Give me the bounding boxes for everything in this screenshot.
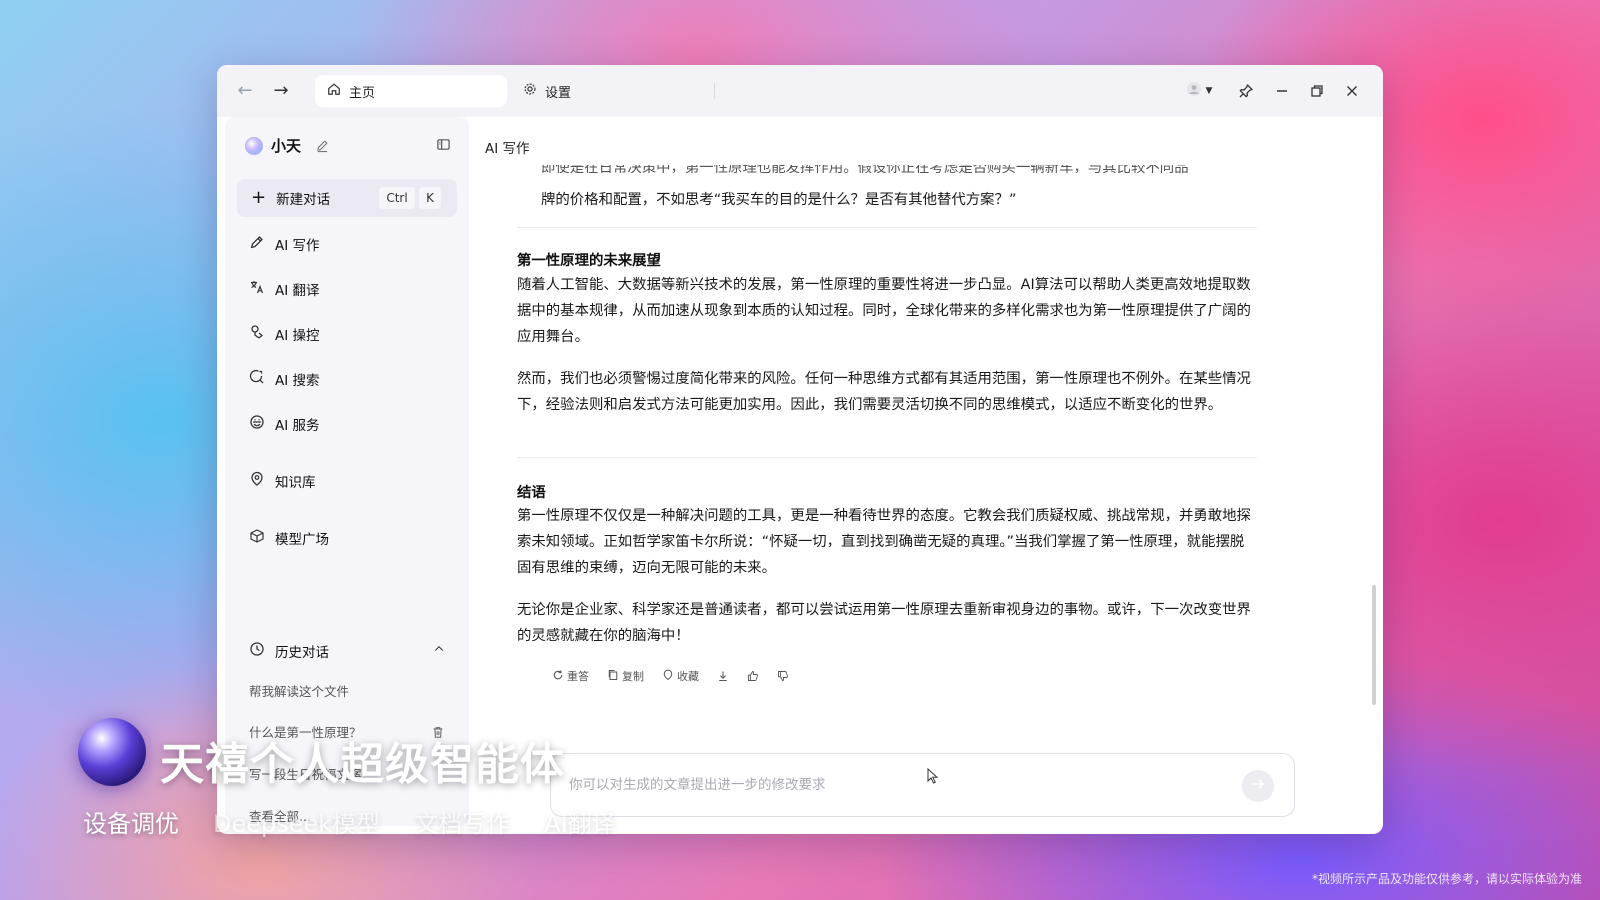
sidebar-item-label: AI 写作: [275, 238, 320, 254]
sidebar-item-label: 模型广场: [275, 532, 329, 548]
tab-home[interactable]: 主页: [315, 75, 507, 107]
page-title: AI 写作: [485, 141, 530, 157]
avatar-icon: [1186, 81, 1202, 101]
forward-arrow-icon[interactable]: →: [271, 81, 291, 101]
history-item-label: 帮我解读这个文件: [249, 684, 350, 699]
scrollbar-thumb[interactable]: [1372, 585, 1376, 705]
overlay-tag: Deepseek模型: [213, 810, 381, 838]
translate-icon: [249, 279, 265, 299]
tab-settings-label: 设置: [545, 85, 572, 101]
tab-home-label: 主页: [349, 85, 376, 101]
history-item[interactable]: 帮我解读这个文件: [249, 682, 445, 702]
sidebar-item-ai-writing[interactable]: AI 写作: [249, 232, 320, 256]
overlay-tag: AI翻译: [544, 810, 616, 838]
account-menu[interactable]: ▼: [1179, 79, 1219, 103]
sidebar-item-ai-translate[interactable]: AI 翻译: [249, 277, 320, 301]
message-actions: 重答 复制 收藏: [552, 668, 789, 684]
paragraph: 牌的价格和配置，不如思考“我买车的目的是什么？是否有其他替代方案？”: [541, 192, 1017, 208]
refresh-icon: [552, 669, 564, 684]
back-arrow-icon[interactable]: ←: [235, 81, 255, 101]
app-window: ← → 主页 设置 ▼ 小天 + 新建对话 Ctrl K AI 写作 AI 翻译…: [217, 65, 1383, 834]
gear-icon: [523, 82, 537, 100]
shortcut-key: K: [419, 187, 441, 209]
overlay-feature-tags: 设备调优 Deepseek模型 文档写作 AI翻译: [83, 804, 616, 839]
minimize-icon[interactable]: [1270, 79, 1294, 103]
sidebar-item-ai-service[interactable]: AI 服务: [249, 412, 320, 436]
home-icon: [327, 82, 341, 100]
control-icon: [249, 324, 265, 344]
sidebar-item-label: AI 服务: [275, 418, 320, 434]
copy-icon: [607, 669, 619, 684]
paragraph: 无论你是企业家、科学家还是普通读者，都可以尝试运用第一性原理去重新审视身边的事物…: [517, 602, 1251, 644]
sidebar-item-knowledge-base[interactable]: 知识库: [249, 469, 316, 493]
sidebar-collapse-icon[interactable]: [436, 137, 451, 152]
overlay-title: 天禧个人超级智能体: [160, 739, 565, 790]
thumbs-down-icon[interactable]: [777, 670, 789, 682]
search-icon: [249, 369, 265, 389]
regenerate-label: 重答: [567, 670, 589, 683]
caret-down-icon: ▼: [1205, 86, 1213, 96]
copy-label: 复制: [622, 670, 644, 683]
sidebar-item-label: AI 搜索: [275, 373, 320, 389]
sidebar: 小天 + 新建对话 Ctrl K AI 写作 AI 翻译 AI 操控 AI 搜索…: [225, 117, 469, 826]
favorite-label: 收藏: [677, 670, 699, 683]
thumbs-up-icon[interactable]: [747, 670, 759, 682]
history-label: 历史对话: [275, 645, 329, 661]
close-icon[interactable]: [1340, 79, 1364, 103]
knowledge-icon: [249, 471, 265, 491]
brand-orb-logo: [78, 718, 146, 786]
pin-icon[interactable]: [1234, 79, 1258, 103]
pen-icon: [249, 234, 265, 254]
assistant-header: 小天: [245, 135, 330, 156]
sidebar-item-label: 知识库: [275, 475, 316, 491]
favorite-button[interactable]: 收藏: [662, 668, 699, 684]
overlay-tag: 文档写作: [414, 810, 511, 838]
restore-icon[interactable]: [1305, 79, 1329, 103]
titlebar-divider: [714, 83, 715, 99]
bookmark-icon: [662, 669, 674, 684]
service-icon: [249, 414, 265, 434]
section-heading: 结语: [517, 485, 546, 501]
overlay-tag: 设备调优: [83, 810, 179, 838]
copy-button[interactable]: 复制: [607, 668, 644, 684]
divider: [517, 457, 1257, 458]
paragraph: 第一性原理不仅仅是一种解决问题的工具，更是一种看待世界的态度。它教会我们质疑权威…: [517, 508, 1251, 576]
section-heading: 第一性原理的未来展望: [517, 253, 661, 269]
history-section-header[interactable]: 历史对话: [249, 639, 445, 663]
cube-icon: [249, 528, 265, 548]
partial-clipped-line: 即使是在日常决策中，第一性原理也能发挥作用。假设你正在考虑是否购买一辆新车，与其…: [541, 165, 1189, 173]
chevron-up-icon[interactable]: [433, 643, 445, 655]
new-chat-label: 新建对话: [276, 192, 331, 208]
arrow-right-icon: [1250, 776, 1266, 796]
sidebar-item-ai-control[interactable]: AI 操控: [249, 322, 320, 346]
prompt-input-box: [550, 753, 1295, 817]
send-button[interactable]: [1242, 770, 1274, 802]
sidebar-item-ai-search[interactable]: AI 搜索: [249, 367, 320, 391]
prompt-input[interactable]: [569, 774, 1209, 796]
assistant-name: 小天: [271, 137, 302, 155]
edit-icon[interactable]: [315, 138, 330, 153]
paragraph: 然而，我们也必须警惕过度简化带来的风险。任何一种思维方式都有其适用范围，第一性原…: [517, 371, 1251, 413]
assistant-logo-icon: [245, 136, 263, 155]
paragraph: 随着人工智能、大数据等新兴技术的发展，第一性原理的重要性将进一步凸显。AI算法可…: [517, 277, 1251, 345]
sidebar-item-label: AI 操控: [275, 328, 320, 344]
divider: [517, 227, 1257, 228]
regenerate-button[interactable]: 重答: [552, 668, 589, 684]
clock-icon: [249, 641, 265, 661]
title-bar: ← → 主页 设置 ▼: [217, 65, 1383, 117]
download-icon[interactable]: [717, 670, 729, 682]
new-chat-button[interactable]: + 新建对话 Ctrl K: [237, 179, 457, 217]
sidebar-item-model-plaza[interactable]: 模型广场: [249, 526, 329, 550]
sidebar-item-label: AI 翻译: [275, 283, 320, 299]
disclaimer-text: *视频所示产品及功能仅供参考，请以实际体验为准: [1311, 872, 1582, 886]
tab-settings[interactable]: 设置: [511, 75, 631, 107]
mouse-cursor-icon: [927, 768, 939, 784]
plus-icon: +: [251, 187, 267, 208]
article-content: 即使是在日常决策中，第一性原理也能发挥作用。假设你正在考虑是否购买一辆新车，与其…: [517, 165, 1257, 745]
shortcut-ctrl: Ctrl: [379, 187, 415, 209]
